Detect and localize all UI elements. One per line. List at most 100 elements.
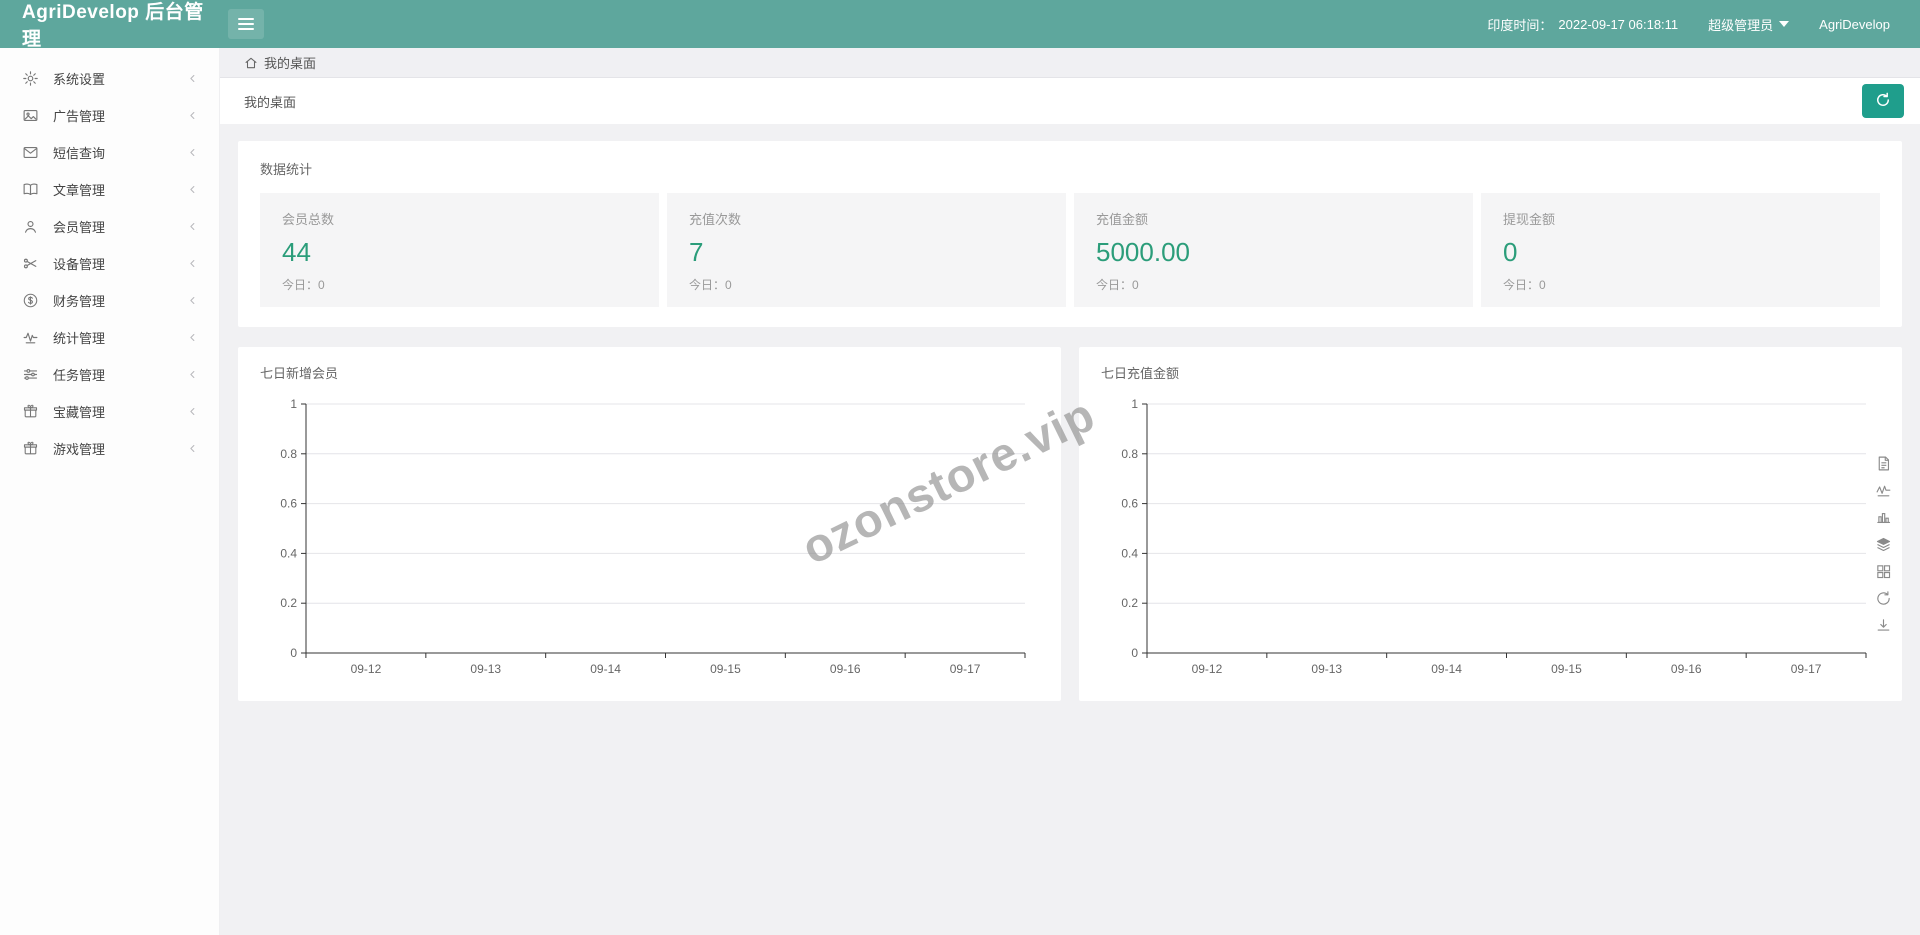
sidebar-item-task-management[interactable]: 任务管理 xyxy=(0,356,219,393)
stat-card-withdraw-amount: 提现金额 0 今日：0 xyxy=(1481,193,1880,307)
book-icon xyxy=(22,181,39,198)
svg-text:09-17: 09-17 xyxy=(1791,662,1822,676)
stat-value: 5000.00 xyxy=(1096,237,1451,268)
svg-text:0.2: 0.2 xyxy=(280,596,297,610)
panel-header: 我的桌面 xyxy=(220,78,1920,124)
chevron-left-icon xyxy=(186,220,199,233)
tab-bar: 我的桌面 xyxy=(220,48,1920,78)
chevron-left-icon xyxy=(186,257,199,270)
svg-text:09-13: 09-13 xyxy=(1311,662,1342,676)
username-link[interactable]: AgriDevelop xyxy=(1819,17,1890,32)
sidebar-item-label: 统计管理 xyxy=(53,328,186,347)
chevron-left-icon xyxy=(186,146,199,159)
sidebar-item-label: 文章管理 xyxy=(53,180,186,199)
svg-text:0.4: 0.4 xyxy=(1121,546,1138,560)
hamburger-icon xyxy=(238,18,254,20)
stat-label: 充值次数 xyxy=(689,209,1044,228)
tab-label: 我的桌面 xyxy=(264,53,316,72)
chart-title: 七日新增会员 xyxy=(260,363,1041,382)
chart-card-new-members: 七日新增会员 00.20.40.60.8109-1209-1309-1409-1… xyxy=(238,347,1061,701)
svg-text:0.4: 0.4 xyxy=(280,546,297,560)
sidebar-item-treasure-management[interactable]: 宝藏管理 xyxy=(0,393,219,430)
svg-text:0: 0 xyxy=(1131,646,1138,660)
sidebar-item-game-management[interactable]: 游戏管理 xyxy=(0,430,219,467)
refresh-button[interactable] xyxy=(1862,84,1904,118)
sidebar-item-label: 系统设置 xyxy=(53,69,186,88)
stat-label: 会员总数 xyxy=(282,209,637,228)
user-icon xyxy=(22,218,39,235)
sidebar-item-article-management[interactable]: 文章管理 xyxy=(0,171,219,208)
chevron-left-icon xyxy=(186,183,199,196)
stat-value: 44 xyxy=(282,237,637,268)
sidebar-item-device-management[interactable]: 设备管理 xyxy=(0,245,219,282)
stack-icon[interactable] xyxy=(1875,536,1892,553)
server-time: 印度时间： 2022-09-17 06:18:11 xyxy=(1487,15,1678,34)
sidebar-item-ad-management[interactable]: 广告管理 xyxy=(0,97,219,134)
sidebar-item-sms-query[interactable]: 短信查询 xyxy=(0,134,219,171)
data-view-icon[interactable] xyxy=(1875,455,1892,472)
svg-text:0: 0 xyxy=(290,646,297,660)
tab-my-desktop[interactable]: 我的桌面 xyxy=(220,48,334,77)
content: 数据统计 会员总数 44 今日：0 充值次数 7 今日：0 充值金额 5000. xyxy=(220,124,1920,701)
svg-text:0.6: 0.6 xyxy=(1121,497,1138,511)
sidebar-item-label: 财务管理 xyxy=(53,291,186,310)
hamburger-menu-button[interactable] xyxy=(228,9,264,39)
sidebar: 系统设置 广告管理 短信查询 文章管理 会员管理 设备管理 xyxy=(0,48,220,935)
svg-text:09-14: 09-14 xyxy=(590,662,621,676)
server-time-value: 2022-09-17 06:18:11 xyxy=(1558,17,1678,32)
role-label: 超级管理员 xyxy=(1708,15,1773,34)
save-image-icon[interactable] xyxy=(1875,617,1892,634)
panel-title: 我的桌面 xyxy=(244,92,296,111)
stat-today: 今日：0 xyxy=(689,276,1044,293)
top-header: AgriDevelop 后台管理 印度时间：2022-09-17 06:18:1… xyxy=(0,0,1920,48)
stat-today: 今日：0 xyxy=(282,276,637,293)
restore-icon[interactable] xyxy=(1875,590,1892,607)
svg-text:09-17: 09-17 xyxy=(950,662,981,676)
svg-text:1: 1 xyxy=(290,397,297,411)
main-area: 我的桌面 我的桌面 数据统计 会员总数 44 今日：0 充值次数 xyxy=(220,48,1920,935)
sidebar-item-label: 宝藏管理 xyxy=(53,402,186,421)
stat-card-total-members: 会员总数 44 今日：0 xyxy=(260,193,659,307)
sidebar-item-stats-management[interactable]: 统计管理 xyxy=(0,319,219,356)
server-time-label: 印度时间： xyxy=(1487,15,1552,34)
sidebar-item-label: 会员管理 xyxy=(53,217,186,236)
sidebar-item-label: 广告管理 xyxy=(53,106,186,125)
game-icon xyxy=(22,440,39,457)
chevron-left-icon xyxy=(186,294,199,307)
svg-text:09-16: 09-16 xyxy=(830,662,861,676)
chart-toolbox xyxy=(1875,455,1892,634)
stat-card-recharge-amount: 充值金额 5000.00 今日：0 xyxy=(1074,193,1473,307)
chart-title: 七日充值金额 xyxy=(1101,363,1882,382)
svg-text:09-16: 09-16 xyxy=(1671,662,1702,676)
role-dropdown[interactable]: 超级管理员 xyxy=(1708,15,1789,34)
bar-switch-icon[interactable] xyxy=(1875,509,1892,526)
sidebar-item-system-settings[interactable]: 系统设置 xyxy=(0,60,219,97)
chevron-left-icon xyxy=(186,109,199,122)
chart-new-members: 00.20.40.60.8109-1209-1309-1409-1509-160… xyxy=(260,392,1041,687)
gear-icon xyxy=(22,70,39,87)
line-switch-icon[interactable] xyxy=(1875,482,1892,499)
sidebar-item-label: 游戏管理 xyxy=(53,439,186,458)
device-icon xyxy=(22,255,39,272)
sidebar-item-label: 任务管理 xyxy=(53,365,186,384)
chevron-left-icon xyxy=(186,72,199,85)
sidebar-item-label: 短信查询 xyxy=(53,143,186,162)
svg-text:0.8: 0.8 xyxy=(1121,447,1138,461)
tasks-icon xyxy=(22,366,39,383)
svg-text:1: 1 xyxy=(1131,397,1138,411)
tiled-icon[interactable] xyxy=(1875,563,1892,580)
svg-text:09-14: 09-14 xyxy=(1431,662,1462,676)
mail-icon xyxy=(22,144,39,161)
sidebar-item-member-management[interactable]: 会员管理 xyxy=(0,208,219,245)
svg-text:0.2: 0.2 xyxy=(1121,596,1138,610)
image-icon xyxy=(22,107,39,124)
stat-card-recharge-count: 充值次数 7 今日：0 xyxy=(667,193,1066,307)
svg-text:09-12: 09-12 xyxy=(351,662,382,676)
stat-value: 0 xyxy=(1503,237,1858,268)
sidebar-item-finance-management[interactable]: 财务管理 xyxy=(0,282,219,319)
svg-text:0.6: 0.6 xyxy=(280,497,297,511)
home-icon xyxy=(244,56,258,70)
stat-label: 提现金额 xyxy=(1503,209,1858,228)
refresh-icon xyxy=(1874,91,1892,112)
chart-card-recharge-amount: 七日充值金额 00.20.40.60.8109-1209-1309-1409-1… xyxy=(1079,347,1902,701)
